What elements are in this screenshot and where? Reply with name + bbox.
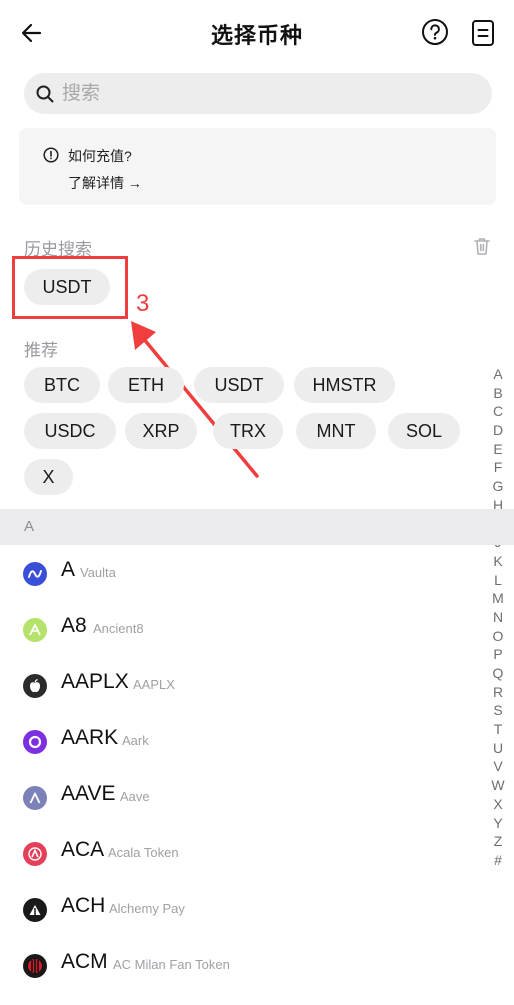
- coin-name: AAPLX: [133, 677, 175, 692]
- recommend-chip[interactable]: SOL: [388, 413, 460, 449]
- recommend-chip[interactable]: X: [24, 459, 73, 495]
- coin-name: Aave: [120, 789, 150, 804]
- search-input[interactable]: [62, 73, 472, 114]
- coin-row-ach[interactable]: ACH Alchemy Pay: [0, 882, 488, 938]
- index-letter[interactable]: S: [489, 701, 507, 720]
- learn-more-link[interactable]: 了解详情 →: [68, 173, 142, 193]
- coin-symbol: AAPLX: [61, 670, 129, 693]
- index-letter[interactable]: R: [489, 683, 507, 702]
- recommend-chip[interactable]: TRX: [213, 413, 283, 449]
- alphabet-index[interactable]: ABCDEFGHIJKLMNOPQRSTUVWXYZ#: [489, 365, 507, 870]
- recommend-chip[interactable]: USDT: [194, 367, 284, 403]
- coin-name: Ancient8: [93, 621, 144, 636]
- recommend-chip[interactable]: MNT: [296, 413, 376, 449]
- coin-row-a[interactable]: A Vaulta: [0, 546, 488, 602]
- index-letter[interactable]: #: [489, 851, 507, 870]
- recommend-chip[interactable]: BTC: [24, 367, 100, 403]
- coin-symbol: A8: [61, 614, 87, 637]
- index-letter[interactable]: D: [489, 421, 507, 440]
- recommend-chip[interactable]: USDC: [24, 413, 116, 449]
- deposit-question: 如何充值?: [68, 148, 132, 164]
- ac-milan-coin-icon: [23, 954, 47, 978]
- recommend-label: 推荐: [24, 341, 58, 360]
- coin-symbol: ACA: [61, 838, 105, 861]
- ancient8-coin-icon: [23, 618, 47, 642]
- search-bar[interactable]: [24, 73, 492, 114]
- coin-symbol: ACM: [61, 950, 108, 973]
- recommend-chip[interactable]: ETH: [108, 367, 184, 403]
- coin-row-aca[interactable]: ACA Acala Token: [0, 826, 488, 882]
- deposit-help-card: 如何充值? 了解详情 →: [19, 128, 496, 205]
- index-letter[interactable]: M: [489, 589, 507, 608]
- coin-row-aave[interactable]: AAVE Aave: [0, 770, 488, 826]
- index-letter[interactable]: N: [489, 608, 507, 627]
- group-header: A: [0, 509, 514, 545]
- index-letter[interactable]: U: [489, 739, 507, 758]
- coin-symbol: AARK: [61, 726, 119, 749]
- search-icon: [35, 84, 55, 104]
- vaulta-coin-icon: [23, 562, 47, 586]
- acala-coin-icon: [23, 842, 47, 866]
- coin-name: Vaulta: [80, 565, 116, 580]
- coin-name: Acala Token: [108, 845, 179, 860]
- index-letter[interactable]: Q: [489, 664, 507, 683]
- index-letter[interactable]: P: [489, 645, 507, 664]
- annotation-highlight-box: [12, 256, 128, 319]
- document-icon[interactable]: [468, 17, 498, 49]
- index-letter[interactable]: K: [489, 552, 507, 571]
- coin-name: Aark: [122, 733, 149, 748]
- index-letter[interactable]: V: [489, 757, 507, 776]
- index-letter[interactable]: G: [489, 477, 507, 496]
- alchemy-pay-coin-icon: [23, 898, 47, 922]
- info-circle-icon: [43, 147, 59, 163]
- coin-row-acm[interactable]: ACM AC Milan Fan Token: [0, 938, 488, 994]
- coin-row-aark[interactable]: AARK Aark: [0, 714, 488, 770]
- coin-name: AC Milan Fan Token: [113, 957, 230, 972]
- coin-name: Alchemy Pay: [109, 901, 185, 916]
- index-letter[interactable]: B: [489, 384, 507, 403]
- top-bar: 选择币种: [0, 0, 514, 66]
- index-letter[interactable]: Y: [489, 814, 507, 833]
- index-letter[interactable]: X: [489, 795, 507, 814]
- index-letter[interactable]: O: [489, 627, 507, 646]
- index-letter[interactable]: E: [489, 440, 507, 459]
- aark-coin-icon: [23, 730, 47, 754]
- group-header-letter: A: [24, 518, 35, 535]
- index-letter[interactable]: A: [489, 365, 507, 384]
- index-letter[interactable]: C: [489, 402, 507, 421]
- aave-coin-icon: [23, 786, 47, 810]
- coin-row-aaplx[interactable]: AAPLX AAPLX: [0, 658, 488, 714]
- index-letter[interactable]: T: [489, 720, 507, 739]
- index-letter[interactable]: F: [489, 458, 507, 477]
- coin-symbol: AAVE: [61, 782, 116, 805]
- apple-coin-icon: [23, 674, 47, 698]
- coin-symbol: ACH: [61, 894, 106, 917]
- recommend-chip[interactable]: HMSTR: [294, 367, 395, 403]
- index-letter[interactable]: Z: [489, 832, 507, 851]
- trash-icon[interactable]: [472, 235, 492, 257]
- coin-row-a8[interactable]: A8 Ancient8: [0, 602, 488, 658]
- index-letter[interactable]: L: [489, 571, 507, 590]
- annotation-step-number: 3: [136, 290, 150, 317]
- recommend-chip[interactable]: XRP: [125, 413, 197, 449]
- index-letter[interactable]: W: [489, 776, 507, 795]
- coin-symbol: A: [61, 558, 76, 581]
- question-circle-icon[interactable]: [420, 17, 450, 47]
